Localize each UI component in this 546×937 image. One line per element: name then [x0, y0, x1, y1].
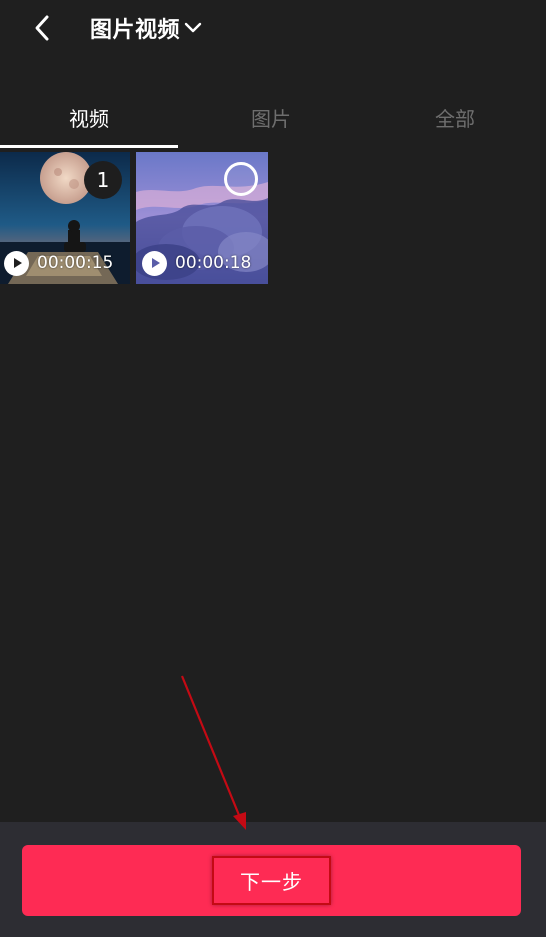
play-icon	[4, 250, 29, 276]
chevron-down-icon	[184, 19, 202, 37]
tab-image[interactable]: 图片	[178, 86, 364, 148]
back-button[interactable]	[22, 8, 62, 48]
back-chevron-icon	[35, 15, 49, 41]
selection-circle[interactable]	[224, 162, 258, 196]
tab-label: 视频	[69, 106, 109, 131]
media-grid: 1 00:00:15 00:00:18	[0, 152, 546, 284]
media-item[interactable]: 1 00:00:15	[0, 152, 130, 284]
tab-all[interactable]: 全部	[364, 86, 546, 148]
page-title: 图片视频	[90, 18, 181, 43]
selection-badge[interactable]: 1	[84, 161, 122, 199]
tab-label: 全部	[435, 106, 475, 131]
bottom-bar: 下一步	[0, 822, 546, 937]
tab-video[interactable]: 视频	[0, 86, 178, 148]
duration-text: 00:00:15	[37, 253, 114, 273]
video-duration: 00:00:18	[142, 250, 251, 276]
header: 图片视频	[0, 0, 546, 56]
media-picker-page: 图片视频 视频 图片 全部 1 00:00:15 00:00:18 下一步	[0, 0, 546, 937]
duration-text: 00:00:18	[175, 253, 252, 273]
selection-index: 1	[96, 168, 110, 192]
video-duration: 00:00:15	[4, 250, 113, 276]
next-step-button[interactable]: 下一步	[22, 845, 521, 916]
active-tab-indicator	[0, 145, 178, 148]
album-selector[interactable]: 图片视频	[90, 10, 202, 46]
media-item[interactable]: 00:00:18	[136, 152, 268, 284]
tab-label: 图片	[251, 106, 291, 131]
media-type-tabs: 视频 图片 全部	[0, 86, 546, 150]
next-step-label: 下一步	[212, 856, 331, 905]
play-icon	[142, 250, 167, 276]
